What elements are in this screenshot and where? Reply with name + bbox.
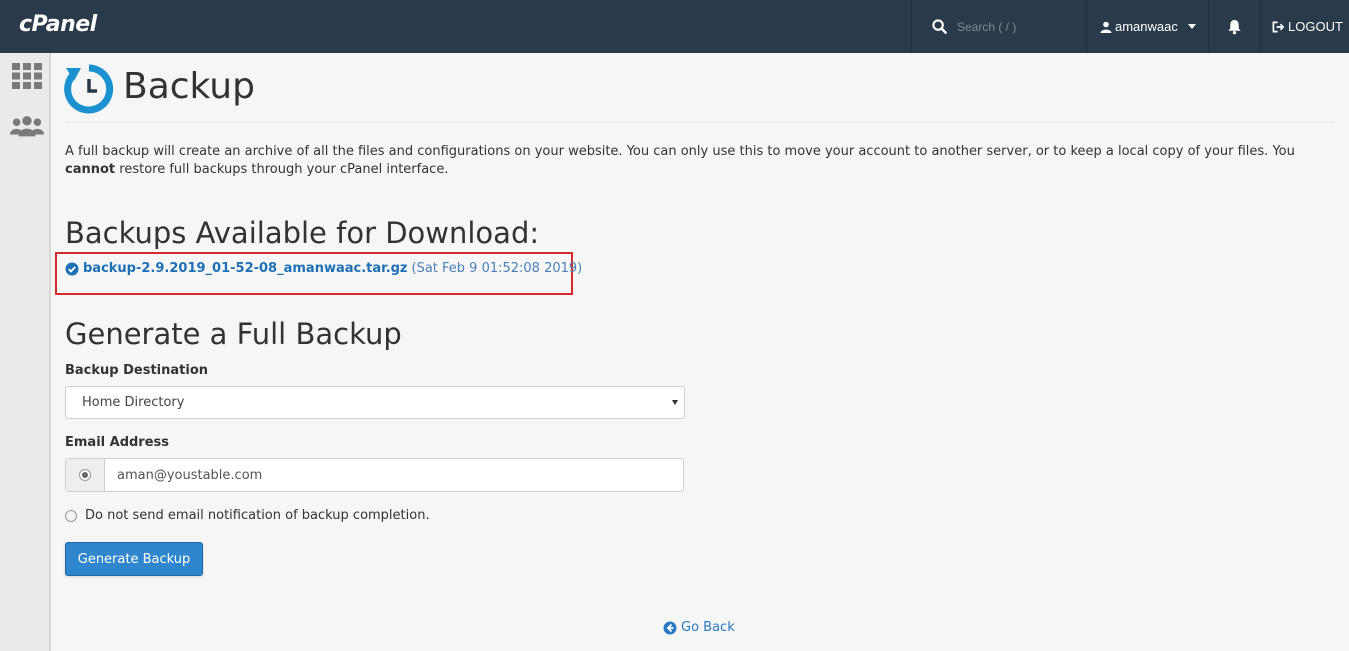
main-content: Backup A full backup will create an arch… — [51, 53, 1349, 651]
check-circle-icon — [65, 262, 79, 275]
backup-destination-select[interactable]: Home Directory — [65, 386, 685, 419]
backup-destination-value: Home Directory — [82, 395, 185, 410]
sidebar-item-home[interactable] — [10, 61, 44, 91]
sidebar — [0, 53, 51, 651]
nav-search[interactable] — [911, 0, 1086, 53]
generate-backup-heading: Generate a Full Backup — [65, 317, 402, 351]
go-back-label: Go Back — [681, 620, 735, 635]
chevron-down-icon — [1187, 24, 1196, 29]
email-group — [65, 458, 684, 492]
email-radio[interactable] — [65, 458, 104, 492]
grid-icon — [12, 63, 42, 89]
top-navbar: cPanel amanwaac LOGOUT — [0, 0, 1349, 53]
user-icon — [1100, 21, 1112, 33]
no-email-option[interactable]: Do not send email notification of backup… — [65, 508, 430, 523]
backup-date: (Sat Feb 9 01:52:08 2019) — [411, 261, 583, 276]
user-menu[interactable]: amanwaac — [1086, 0, 1208, 53]
cpanel-logo[interactable]: cPanel — [19, 12, 97, 37]
search-input[interactable] — [957, 19, 1067, 34]
backup-item: backup-2.9.2019_01-52-08_amanwaac.tar.gz… — [65, 261, 582, 276]
logout-button[interactable]: LOGOUT — [1260, 0, 1349, 53]
backup-icon — [64, 64, 114, 114]
arrow-left-circle-icon — [663, 621, 677, 634]
radio-selected-icon — [79, 469, 91, 481]
sidebar-item-users[interactable] — [10, 111, 44, 141]
bell-icon — [1228, 19, 1241, 34]
intro-text-bold: cannot — [65, 162, 116, 177]
go-back-link[interactable]: Go Back — [663, 620, 735, 635]
notifications-button[interactable] — [1208, 0, 1260, 53]
divider — [65, 122, 1335, 123]
search-icon — [932, 19, 947, 34]
intro-text: A full backup will create an archive of … — [65, 143, 1305, 179]
intro-text-part1: A full backup will create an archive of … — [65, 144, 1295, 159]
backup-destination-label: Backup Destination — [65, 363, 209, 378]
logout-label: LOGOUT — [1288, 19, 1343, 34]
users-icon — [10, 116, 44, 137]
intro-text-part2: restore full backups through your cPanel… — [119, 162, 449, 177]
backups-available-heading: Backups Available for Download: — [65, 216, 540, 250]
logout-icon — [1272, 21, 1285, 32]
generate-backup-button[interactable]: Generate Backup — [65, 542, 203, 576]
email-field[interactable] — [104, 458, 684, 492]
no-email-label: Do not send email notification of backup… — [85, 508, 430, 523]
email-address-label: Email Address — [65, 435, 170, 450]
no-email-radio[interactable] — [65, 509, 77, 522]
chevron-down-icon — [672, 400, 678, 405]
username-label: amanwaac — [1115, 19, 1178, 34]
page-title: Backup — [123, 66, 255, 107]
backup-download-link[interactable]: backup-2.9.2019_01-52-08_amanwaac.tar.gz — [83, 261, 408, 276]
